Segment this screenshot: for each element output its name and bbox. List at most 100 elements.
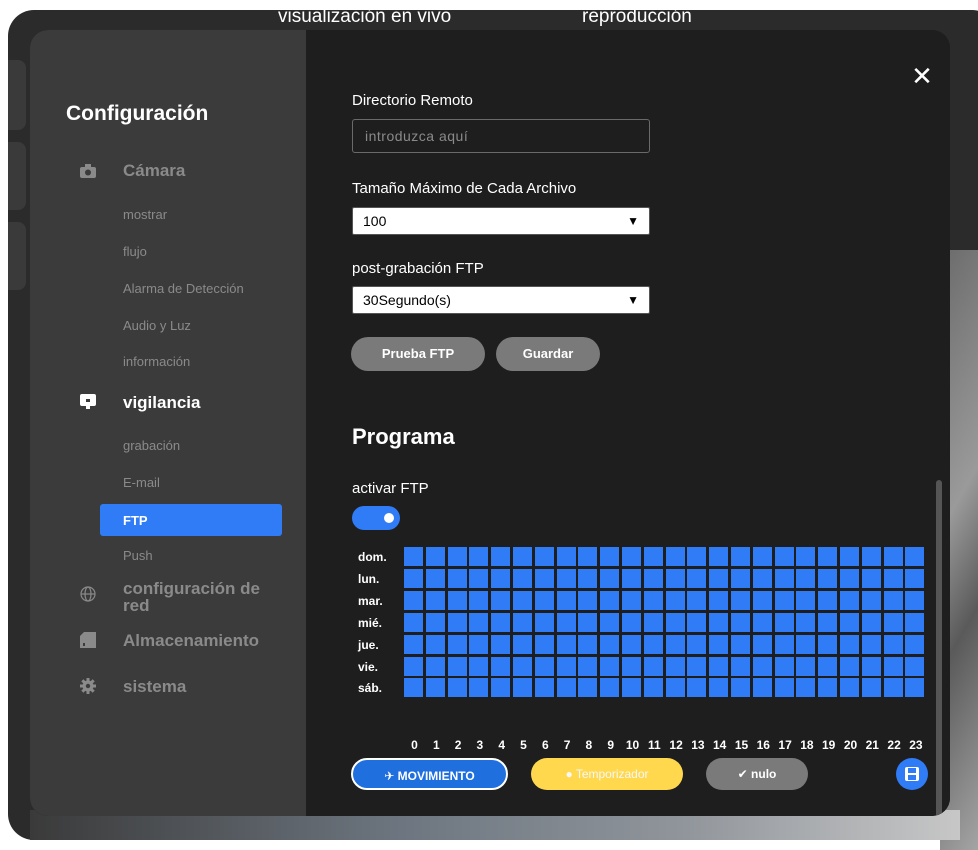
schedule-cell[interactable]: [469, 568, 489, 588]
schedule-cell[interactable]: [752, 634, 772, 654]
schedule-cell[interactable]: [818, 590, 838, 610]
schedule-cell[interactable]: [883, 634, 903, 654]
save-schedule-button[interactable]: [896, 758, 928, 790]
schedule-cell[interactable]: [578, 612, 598, 632]
schedule-cell[interactable]: [600, 612, 620, 632]
sidebar-subitem-stream[interactable]: flujo: [123, 244, 147, 259]
schedule-cell[interactable]: [687, 656, 707, 676]
schedule-cell[interactable]: [643, 678, 663, 698]
schedule-cell[interactable]: [840, 678, 859, 698]
schedule-cell[interactable]: [796, 612, 816, 632]
schedule-cell[interactable]: [905, 547, 925, 566]
schedule-cell[interactable]: [665, 656, 685, 676]
post-record-select[interactable]: 30Segundo(s) ▼: [352, 286, 650, 314]
schedule-cell[interactable]: [622, 612, 641, 632]
schedule-cell[interactable]: [556, 590, 576, 610]
schedule-cell[interactable]: [840, 634, 859, 654]
schedule-cell[interactable]: [861, 656, 881, 676]
schedule-cell[interactable]: [491, 568, 511, 588]
sidebar-item-network-settings[interactable]: configuración de red: [123, 580, 283, 614]
schedule-cell[interactable]: [861, 590, 881, 610]
sidebar-subitem-email[interactable]: E-mail: [123, 475, 160, 490]
schedule-cell[interactable]: [818, 634, 838, 654]
schedule-cell[interactable]: [774, 678, 794, 698]
schedule-cell[interactable]: [556, 568, 576, 588]
schedule-cell[interactable]: [578, 568, 598, 588]
schedule-cell[interactable]: [840, 568, 859, 588]
schedule-cell[interactable]: [774, 634, 794, 654]
timer-mode-button[interactable]: ● Temporizador: [531, 758, 683, 790]
schedule-cell[interactable]: [665, 678, 685, 698]
schedule-cell[interactable]: [883, 547, 903, 566]
schedule-cell[interactable]: [731, 590, 750, 610]
schedule-cell[interactable]: [534, 634, 554, 654]
sidebar-subitem-push[interactable]: Push: [123, 548, 153, 563]
schedule-cell[interactable]: [447, 590, 467, 610]
schedule-cell[interactable]: [709, 547, 729, 566]
schedule-cell[interactable]: [687, 634, 707, 654]
schedule-cell[interactable]: [774, 612, 794, 632]
schedule-cell[interactable]: [447, 568, 467, 588]
schedule-cell[interactable]: [578, 634, 598, 654]
schedule-cell[interactable]: [861, 568, 881, 588]
schedule-cell[interactable]: [861, 547, 881, 566]
schedule-cell[interactable]: [905, 678, 925, 698]
schedule-cell[interactable]: [469, 678, 489, 698]
schedule-cell[interactable]: [905, 568, 925, 588]
test-ftp-button[interactable]: Prueba FTP: [351, 337, 485, 371]
schedule-cell[interactable]: [709, 590, 729, 610]
schedule-cell[interactable]: [469, 612, 489, 632]
sidebar-subitem-detection-alarm[interactable]: Alarma de Detección: [123, 281, 244, 296]
schedule-cell[interactable]: [600, 656, 620, 676]
schedule-cell[interactable]: [556, 678, 576, 698]
schedule-cell[interactable]: [752, 656, 772, 676]
sidebar-item-system[interactable]: sistema: [123, 678, 186, 695]
schedule-cell[interactable]: [731, 547, 750, 566]
schedule-cell[interactable]: [491, 612, 511, 632]
schedule-cell[interactable]: [447, 678, 467, 698]
schedule-cell[interactable]: [752, 612, 772, 632]
schedule-cell[interactable]: [665, 612, 685, 632]
sidebar-item-storage[interactable]: Almacenamiento: [123, 632, 259, 649]
schedule-cell[interactable]: [622, 678, 641, 698]
schedule-cell[interactable]: [774, 547, 794, 566]
schedule-cell[interactable]: [447, 634, 467, 654]
schedule-cell[interactable]: [622, 590, 641, 610]
schedule-cell[interactable]: [600, 634, 620, 654]
schedule-cell[interactable]: [709, 634, 729, 654]
schedule-cell[interactable]: [513, 678, 532, 698]
schedule-cell[interactable]: [622, 568, 641, 588]
schedule-cell[interactable]: [578, 590, 598, 610]
schedule-cell[interactable]: [709, 656, 729, 676]
scrollbar[interactable]: [936, 480, 942, 816]
close-button[interactable]: ✕: [910, 63, 934, 89]
schedule-cell[interactable]: [534, 612, 554, 632]
sidebar-subitem-audio-light[interactable]: Audio y Luz: [123, 318, 191, 333]
schedule-cell[interactable]: [622, 634, 641, 654]
schedule-cell[interactable]: [731, 612, 750, 632]
schedule-cell[interactable]: [818, 547, 838, 566]
schedule-cell[interactable]: [534, 678, 554, 698]
schedule-cell[interactable]: [556, 547, 576, 566]
schedule-cell[interactable]: [556, 612, 576, 632]
schedule-cell[interactable]: [687, 547, 707, 566]
schedule-cell[interactable]: [796, 634, 816, 654]
tab-playback[interactable]: reproducción: [582, 6, 692, 28]
schedule-cell[interactable]: [731, 678, 750, 698]
schedule-cell[interactable]: [861, 678, 881, 698]
sidebar-item-camera[interactable]: Cámara: [123, 162, 185, 179]
schedule-cell[interactable]: [404, 678, 423, 698]
schedule-cell[interactable]: [905, 634, 925, 654]
schedule-cell[interactable]: [556, 656, 576, 676]
schedule-cell[interactable]: [818, 656, 838, 676]
schedule-cell[interactable]: [665, 634, 685, 654]
schedule-cell[interactable]: [469, 634, 489, 654]
sidebar-subitem-recording[interactable]: grabación: [123, 438, 180, 453]
schedule-cell[interactable]: [709, 612, 729, 632]
schedule-cell[interactable]: [643, 612, 663, 632]
schedule-cell[interactable]: [534, 590, 554, 610]
schedule-cell[interactable]: [840, 612, 859, 632]
schedule-cell[interactable]: [883, 612, 903, 632]
schedule-cell[interactable]: [752, 678, 772, 698]
sidebar-item-surveillance[interactable]: vigilancia: [123, 394, 200, 411]
